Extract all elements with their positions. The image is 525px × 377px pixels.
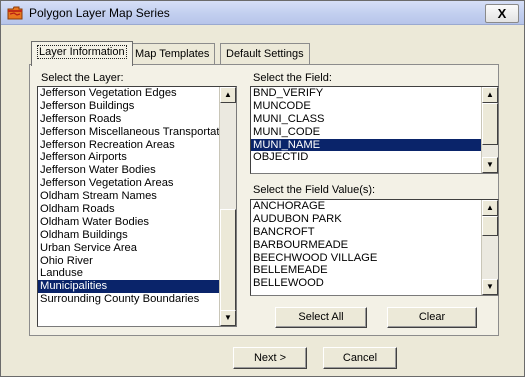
layer-list-item[interactable]: Ohio River [38, 255, 219, 268]
field-value-scrollbar[interactable]: ▲ ▼ [481, 200, 498, 295]
title-bar[interactable]: Polygon Layer Map Series X [1, 1, 524, 25]
tab-map-templates[interactable]: Map Templates [129, 43, 216, 65]
layer-list-item[interactable]: Jefferson Airports [38, 151, 219, 164]
layer-scroll-thumb[interactable] [220, 209, 236, 312]
field-value-list-item[interactable]: BARBOURMEADE [251, 239, 481, 252]
scroll-down-arrow-icon[interactable]: ▼ [482, 157, 498, 173]
field-scroll-thumb[interactable] [482, 103, 498, 145]
field-list-item[interactable]: MUNI_CODE [251, 126, 481, 139]
field-list-items: BND_VERIFY MUNCODE MUNI_CLASS MUNI_CODE MUNI… [251, 87, 481, 164]
field-value-list-item[interactable]: ANCHORAGE [251, 200, 481, 213]
layer-list-item[interactable]: Municipalities [38, 280, 219, 294]
field-label: Select the Field: [253, 72, 332, 84]
field-value-list-item[interactable]: BELLEMEADE [251, 264, 481, 277]
field-value-list-item[interactable]: BEECHWOOD VILLAGE [251, 252, 481, 265]
layer-list-item[interactable]: Jefferson Vegetation Edges [38, 87, 219, 100]
window-title: Polygon Layer Map Series [29, 6, 170, 20]
field-list-item[interactable]: OBJECTID [251, 151, 481, 164]
field-value-list-item[interactable]: AUDUBON PARK [251, 213, 481, 226]
folder-map-icon [7, 6, 23, 20]
layer-list-item[interactable]: Jefferson Recreation Areas [38, 139, 219, 152]
field-value-label: Select the Field Value(s): [253, 184, 376, 196]
layer-label: Select the Layer: [41, 72, 124, 84]
field-list-item[interactable]: BND_VERIFY [251, 87, 481, 100]
field-value-scroll-thumb[interactable] [482, 216, 498, 236]
field-list-item[interactable]: MUNI_CLASS [251, 113, 481, 126]
tab-label: Map Templates [135, 48, 210, 60]
scroll-down-arrow-icon[interactable]: ▼ [482, 279, 498, 295]
layer-list-item[interactable]: Oldham Water Bodies [38, 216, 219, 229]
next-button[interactable]: Next > [233, 347, 307, 369]
tab-layer-information[interactable]: Layer Information [31, 41, 133, 66]
scroll-up-arrow-icon[interactable]: ▲ [482, 87, 498, 103]
layer-list-item[interactable]: Landuse [38, 267, 219, 280]
field-value-list-item[interactable]: BANCROFT [251, 226, 481, 239]
tab-label: Default Settings [226, 48, 304, 60]
layer-list-item[interactable]: Oldham Buildings [38, 229, 219, 242]
close-button[interactable]: X [485, 4, 519, 23]
layer-list-item[interactable]: Jefferson Water Bodies [38, 164, 219, 177]
layer-list-item[interactable]: Jefferson Buildings [38, 100, 219, 113]
layer-scrollbar[interactable]: ▲ ▼ [219, 87, 236, 326]
layer-listbox[interactable]: Jefferson Vegetation Edges Jefferson Buil… [37, 86, 237, 327]
layer-list-item[interactable]: Oldham Stream Names [38, 190, 219, 203]
cancel-button[interactable]: Cancel [323, 347, 397, 369]
layer-list-item[interactable]: Jefferson Vegetation Areas [38, 177, 219, 190]
layer-list-items: Jefferson Vegetation Edges Jefferson Buil… [38, 87, 219, 306]
field-list-item[interactable]: MUNCODE [251, 100, 481, 113]
layer-list-item[interactable]: Jefferson Miscellaneous Transportati [38, 126, 219, 139]
layer-list-item[interactable]: Urban Service Area [38, 242, 219, 255]
scroll-down-arrow-icon[interactable]: ▼ [220, 310, 236, 326]
field-list-item[interactable]: MUNI_NAME [251, 138, 481, 152]
close-icon: X [497, 6, 507, 21]
clear-button[interactable]: Clear [387, 307, 477, 328]
scroll-up-arrow-icon[interactable]: ▲ [220, 87, 236, 103]
scroll-up-arrow-icon[interactable]: ▲ [482, 200, 498, 216]
field-listbox[interactable]: BND_VERIFY MUNCODE MUNI_CLASS MUNI_CODE MUNI… [250, 86, 499, 174]
field-value-list-item[interactable]: BELLEWOOD [251, 277, 481, 290]
field-scrollbar[interactable]: ▲ ▼ [481, 87, 498, 173]
dialog-window: Polygon Layer Map Series X Layer Informa… [0, 0, 525, 377]
tab-default-settings[interactable]: Default Settings [220, 43, 310, 65]
layer-list-item[interactable]: Oldham Roads [38, 203, 219, 216]
tab-label: Layer Information [37, 45, 127, 59]
layer-list-item[interactable]: Jefferson Roads [38, 113, 219, 126]
select-all-button[interactable]: Select All [275, 307, 367, 328]
field-value-listbox[interactable]: ANCHORAGE AUDUBON PARK BANCROFT BARBOURMEAD… [250, 199, 499, 296]
field-value-list-items: ANCHORAGE AUDUBON PARK BANCROFT BARBOURMEAD… [251, 200, 481, 290]
layer-list-item[interactable]: Surrounding County Boundaries [38, 293, 219, 306]
